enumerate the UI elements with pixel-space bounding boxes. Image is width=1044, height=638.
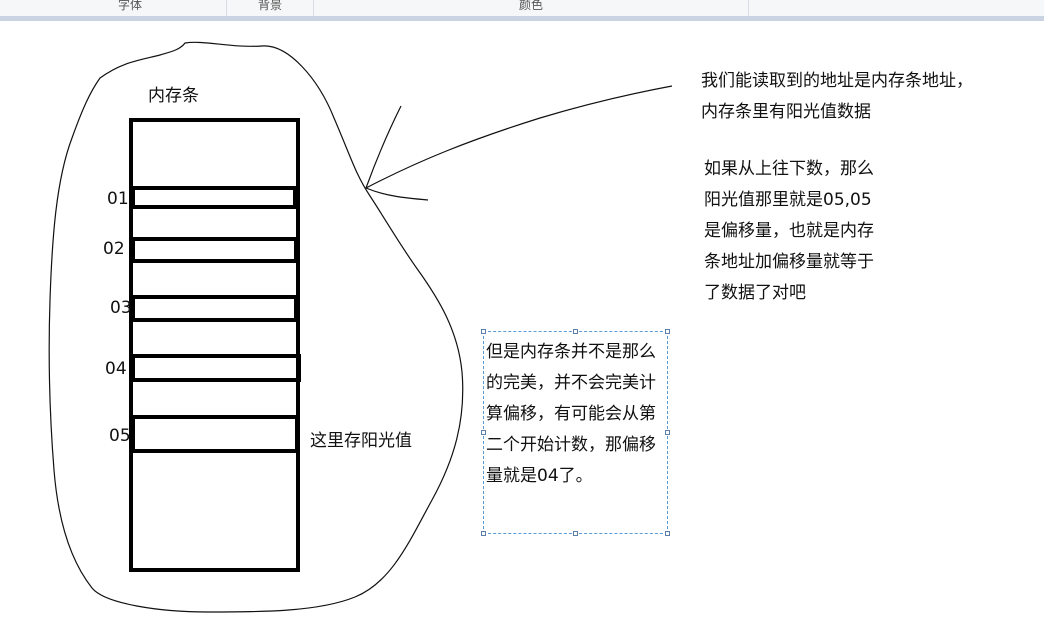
slot-label-02: 02 [103,239,125,259]
memory-slot-03 [131,295,298,322]
note-middle-line: 是偏移量，也就是内存 [704,221,874,241]
resize-handle-bottom-left[interactable] [481,531,486,536]
selected-textbox-line: 的完美，并不会完美计 [486,373,656,393]
memory-title: 内存条 [148,86,199,106]
resize-handle-bottom[interactable] [573,531,578,536]
pointer-line-short [365,105,402,189]
selected-textbox-line: 但是内存条并不是那么 [486,342,656,362]
note-middle-line: 了数据了对吧 [704,283,806,303]
note-top: 我们能读取到的地址是内存条地址， 内存条里有阳光值数据 [701,66,973,128]
slot-label-05: 05 [109,426,131,446]
resize-handle-bottom-right[interactable] [665,531,670,536]
memory-slot-04 [131,354,301,382]
slot-label-03: 03 [110,298,132,318]
note-top-line: 我们能读取到的地址是内存条地址， [701,71,973,91]
memory-slot-02 [131,237,298,263]
resize-handle-top-left[interactable] [481,329,486,334]
note-middle: 如果从上往下数，那么 阳光值那里就是05,05 是偏移量，也就是内存 条地址加偏… [704,154,874,309]
selected-textbox-content[interactable]: 但是内存条并不是那么 的完美，并不会完美计 算偏移，有可能会从第 二个开始计数，… [486,337,656,492]
resize-handle-top-right[interactable] [665,329,670,334]
slot05-note: 这里存阳光值 [310,431,412,451]
resize-handle-top[interactable] [573,329,578,334]
memory-slot-01 [131,186,297,209]
selected-textbox-line: 量就是04了。 [486,466,593,486]
note-middle-line: 如果从上往下数，那么 [704,159,874,179]
note-middle-line: 阳光值那里就是05,05 [704,190,872,210]
note-top-line: 内存条里有阳光值数据 [701,102,871,122]
pointer-line-tail [365,187,429,201]
selected-textbox-line: 算偏移，有可能会从第 [486,404,656,424]
resize-handle-right[interactable] [665,430,670,435]
memory-slot-05 [131,415,299,453]
pointer-line-long [365,85,673,189]
slot-label-04: 04 [105,359,127,379]
selected-textbox-line: 二个开始计数，那偏移 [486,435,656,455]
freehand-blob-outline [48,41,464,613]
slot-label-01: 01 [107,189,129,209]
note-middle-line: 条地址加偏移量就等于 [704,252,874,272]
